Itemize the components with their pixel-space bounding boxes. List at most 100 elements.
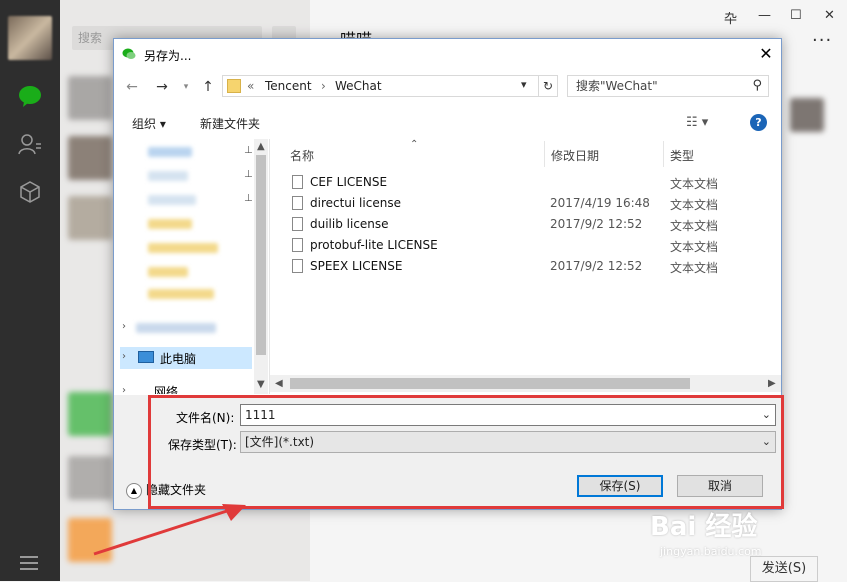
quick-access-item[interactable] bbox=[148, 289, 214, 299]
horizontal-scrollbar[interactable]: ◀ ▶ bbox=[270, 375, 781, 392]
refresh-icon[interactable]: ↻ bbox=[538, 75, 558, 97]
folder-icon bbox=[227, 79, 241, 93]
list-item[interactable] bbox=[68, 76, 112, 120]
table-row[interactable]: duilib license 2017/9/2 12:52 文本文档 bbox=[288, 214, 768, 235]
chevron-right-icon[interactable]: › bbox=[122, 351, 126, 362]
wechat-sidebar bbox=[0, 0, 60, 581]
breadcrumb-overflow[interactable]: « bbox=[247, 79, 254, 93]
file-date: 2017/9/2 12:52 bbox=[550, 259, 643, 273]
more-icon[interactable]: ··· bbox=[812, 30, 832, 51]
scroll-up-icon[interactable]: ▲ bbox=[257, 141, 265, 152]
file-type: 文本文档 bbox=[670, 198, 719, 212]
organize-button[interactable]: 组织 ▾ bbox=[132, 115, 166, 132]
breadcrumb-wechat[interactable]: WeChat bbox=[335, 79, 382, 93]
help-icon[interactable]: ? bbox=[750, 114, 767, 131]
scroll-thumb[interactable] bbox=[290, 378, 690, 389]
navigation-row: ← → ▾ ↑ « Tencent › WeChat ▾ ↻ 搜索"WeChat… bbox=[114, 73, 781, 101]
contacts-icon[interactable] bbox=[18, 132, 42, 156]
column-header-modified[interactable]: 修改日期 bbox=[551, 147, 599, 164]
column-header-name[interactable]: 名称 bbox=[290, 147, 314, 164]
forward-arrow-icon[interactable]: → bbox=[152, 77, 172, 97]
scroll-left-icon[interactable]: ◀ bbox=[275, 378, 283, 389]
text-file-icon bbox=[292, 217, 303, 231]
chevron-right-icon[interactable]: › bbox=[122, 321, 126, 332]
minimize-button[interactable]: — bbox=[758, 8, 771, 23]
list-item[interactable] bbox=[68, 456, 112, 500]
file-type: 文本文档 bbox=[670, 261, 719, 275]
send-button[interactable]: 发送(S) bbox=[750, 556, 818, 582]
search-icon[interactable]: ⚲ bbox=[752, 76, 762, 96]
pin-icon[interactable]: ⊥ bbox=[244, 145, 253, 156]
quick-access-item[interactable] bbox=[148, 267, 188, 277]
file-name: duilib license bbox=[310, 217, 389, 231]
breadcrumb-separator[interactable]: › bbox=[321, 79, 326, 93]
column-header-type[interactable]: 类型 bbox=[670, 147, 694, 164]
onedrive-item[interactable] bbox=[136, 323, 216, 333]
file-name: CEF LICENSE bbox=[310, 175, 388, 189]
text-file-icon bbox=[292, 238, 303, 252]
pin-icon[interactable]: ⊥ bbox=[244, 169, 253, 180]
table-row[interactable]: SPEEX LICENSE 2017/9/2 12:52 文本文档 bbox=[288, 256, 768, 277]
chat-icon[interactable] bbox=[18, 84, 42, 108]
nav-item-this-pc[interactable]: › 此电脑 bbox=[120, 347, 252, 369]
quick-access-item[interactable] bbox=[148, 171, 188, 181]
breadcrumb-tencent[interactable]: Tencent bbox=[265, 79, 312, 93]
back-arrow-icon[interactable]: ← bbox=[122, 77, 142, 97]
avatar[interactable] bbox=[8, 16, 52, 60]
chevron-up-icon: ▲ bbox=[126, 482, 142, 499]
quick-access-item[interactable] bbox=[148, 243, 218, 253]
watermark-url: jingyan.baidu.com bbox=[660, 545, 762, 558]
nav-item-label: 此电脑 bbox=[160, 352, 197, 366]
computer-icon bbox=[138, 351, 154, 363]
scroll-thumb[interactable] bbox=[256, 155, 266, 355]
search-input[interactable]: 搜索"WeChat" ⚲ bbox=[567, 75, 769, 97]
table-row[interactable]: CEF LICENSE 文本文档 bbox=[288, 172, 768, 193]
file-date: 2017/9/2 12:52 bbox=[550, 217, 643, 231]
cube-icon[interactable] bbox=[18, 180, 42, 204]
navigation-pane: ⊥ ⊥ ⊥ › › 此电脑 › 网络 bbox=[114, 139, 270, 394]
file-name: directui license bbox=[310, 196, 401, 210]
address-dropdown-icon[interactable]: ▾ bbox=[521, 78, 527, 91]
list-item[interactable] bbox=[68, 392, 112, 436]
list-item[interactable] bbox=[68, 136, 112, 180]
file-type: 文本文档 bbox=[670, 219, 719, 233]
avatar[interactable] bbox=[790, 98, 824, 132]
close-icon[interactable]: ✕ bbox=[754, 43, 778, 65]
title-bar[interactable]: 另存为... ✕ bbox=[114, 39, 781, 69]
quick-access-item[interactable] bbox=[148, 147, 192, 157]
menu-icon[interactable] bbox=[20, 556, 38, 570]
quick-access-item[interactable] bbox=[148, 219, 192, 229]
file-type: 文本文档 bbox=[670, 240, 719, 254]
text-file-icon bbox=[292, 259, 303, 273]
text-file-icon bbox=[292, 196, 303, 210]
file-name: protobuf-lite LICENSE bbox=[310, 238, 438, 252]
column-divider[interactable] bbox=[663, 141, 664, 167]
table-row[interactable]: directui license 2017/4/19 16:48 文本文档 bbox=[288, 193, 768, 214]
wechat-logo-icon bbox=[122, 48, 136, 59]
table-row[interactable]: protobuf-lite LICENSE 文本文档 bbox=[288, 235, 768, 256]
close-window-button[interactable]: ✕ bbox=[824, 8, 835, 23]
sort-indicator-icon: ⌃ bbox=[410, 139, 419, 150]
quick-access-item[interactable] bbox=[148, 195, 196, 205]
up-arrow-icon[interactable]: ↑ bbox=[198, 77, 218, 97]
new-folder-button[interactable]: 新建文件夹 bbox=[200, 115, 260, 132]
list-item[interactable] bbox=[68, 196, 112, 240]
nav-item-network[interactable]: 网络 bbox=[154, 383, 178, 394]
watermark-logo: Bai 经验 bbox=[650, 512, 758, 542]
search-placeholder: 搜索"WeChat" bbox=[576, 79, 658, 93]
nav-scrollbar[interactable]: ▲ ▼ bbox=[254, 139, 268, 394]
pin-icon[interactable]: ⊥ bbox=[244, 193, 253, 204]
recent-dropdown-icon[interactable]: ▾ bbox=[176, 77, 196, 97]
scroll-right-icon[interactable]: ▶ bbox=[768, 378, 776, 389]
toolbar: 组织 ▾ 新建文件夹 ☷ ▾ ? bbox=[114, 109, 781, 137]
pin-button[interactable]: 卆 bbox=[724, 8, 737, 27]
column-divider[interactable] bbox=[544, 141, 545, 167]
file-type: 文本文档 bbox=[670, 177, 719, 191]
scroll-down-icon[interactable]: ▼ bbox=[257, 379, 265, 390]
chevron-right-icon[interactable]: › bbox=[122, 385, 126, 394]
maximize-button[interactable]: ☐ bbox=[790, 8, 802, 23]
address-bar[interactable]: « Tencent › WeChat ▾ bbox=[222, 75, 558, 97]
file-name: SPEEX LICENSE bbox=[310, 259, 403, 273]
view-options-icon[interactable]: ☷ ▾ bbox=[686, 115, 708, 130]
text-file-icon bbox=[292, 175, 303, 189]
